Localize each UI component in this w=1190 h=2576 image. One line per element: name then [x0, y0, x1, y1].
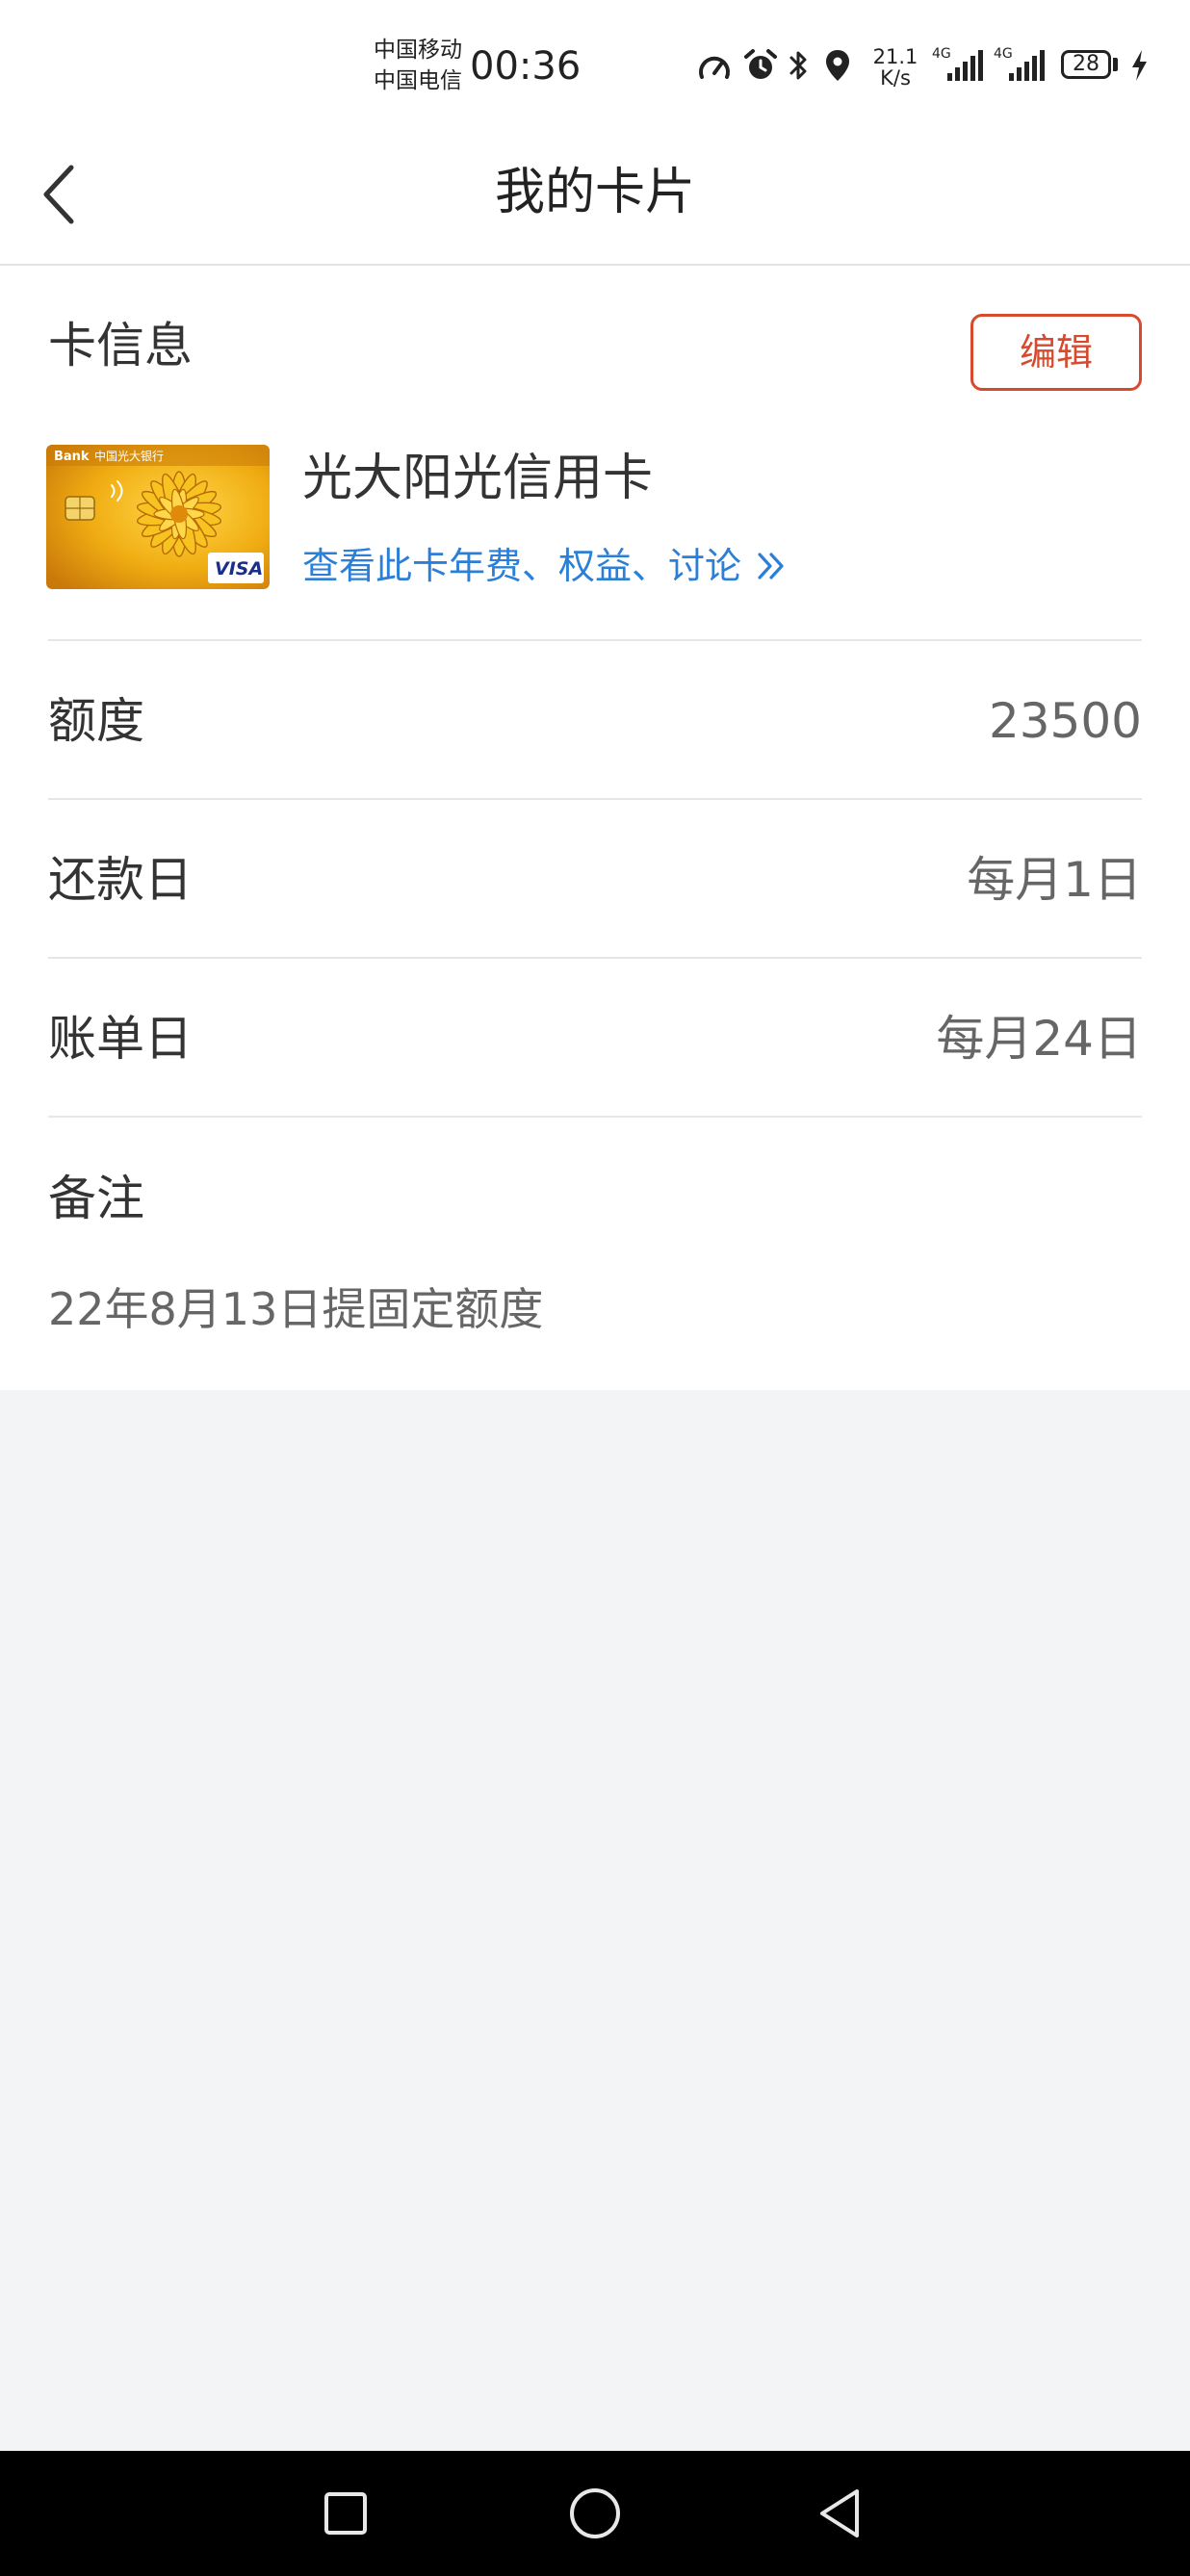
divider	[48, 1116, 1142, 1118]
network-speed-unit: K/s	[880, 66, 911, 90]
card-details-link[interactable]: 查看此卡年费、权益、讨论	[302, 541, 788, 591]
double-chevron-right-icon	[758, 553, 784, 580]
battery-tip	[1113, 58, 1118, 71]
row-label: 还款日	[48, 852, 193, 908]
home-circle-icon[interactable]	[559, 2478, 631, 2549]
network-speed-value: 21.1	[872, 45, 918, 68]
row-label: 额度	[48, 693, 144, 749]
charging-icon	[1132, 50, 1147, 81]
card-bank-prefix: Bank	[54, 450, 90, 464]
recent-apps-square-icon[interactable]	[310, 2478, 381, 2549]
edit-button[interactable]: 编辑	[970, 314, 1142, 391]
location-icon	[826, 50, 849, 81]
row-label: 账单日	[48, 1011, 193, 1067]
section-title-card-info: 卡信息	[48, 318, 193, 374]
alarm-icon	[744, 49, 777, 79]
battery-icon: 28	[1061, 50, 1111, 79]
card-bank-name: 中国光大银行	[94, 449, 164, 463]
card-detail-panel: 卡信息 编辑 Bank 中国光大银行 VISA 光大阳光信用卡 查看此卡年费、权…	[0, 266, 1190, 1390]
battery-level: 28	[1073, 52, 1099, 76]
speed-gauge-icon	[699, 56, 730, 79]
card-visa-brand: VISA	[215, 558, 263, 580]
status-icons: 21.1 K/s 4G 4G 28	[693, 44, 1155, 90]
status-bar: 中国移动 中国电信 00:36 21.1 K/s 4G 4G 28	[0, 0, 1190, 135]
divider	[48, 957, 1142, 959]
page-title: 我的卡片	[494, 164, 695, 221]
card-details-link-text: 查看此卡年费、权益、讨论	[302, 545, 742, 587]
signal-icon	[947, 50, 983, 81]
row-value: 23500	[988, 693, 1142, 749]
divider	[48, 639, 1142, 641]
carrier-names: 中国移动 中国电信	[374, 35, 462, 96]
system-nav-bar	[0, 2451, 1190, 2576]
signal-icon	[1009, 50, 1045, 81]
status-time: 00:36	[470, 44, 582, 89]
note-label: 备注	[48, 1171, 144, 1226]
network-speed: 21.1 K/s	[868, 46, 922, 89]
row-value: 每月24日	[936, 1011, 1142, 1067]
credit-card-illustration: Bank 中国光大银行 VISA	[46, 445, 270, 589]
card-name: 光大阳光信用卡	[302, 450, 654, 507]
back-triangle-icon[interactable]	[805, 2478, 876, 2549]
divider	[48, 798, 1142, 800]
title-bar: 我的卡片	[0, 135, 1190, 266]
carrier-2: 中国电信	[374, 68, 462, 93]
credit-card-image[interactable]: Bank 中国光大银行 VISA	[46, 445, 270, 589]
row-value: 每月1日	[967, 852, 1142, 908]
carrier-1: 中国移动	[374, 38, 462, 63]
bluetooth-icon	[789, 51, 807, 80]
note-text: 22年8月13日提固定额度	[48, 1283, 544, 1335]
